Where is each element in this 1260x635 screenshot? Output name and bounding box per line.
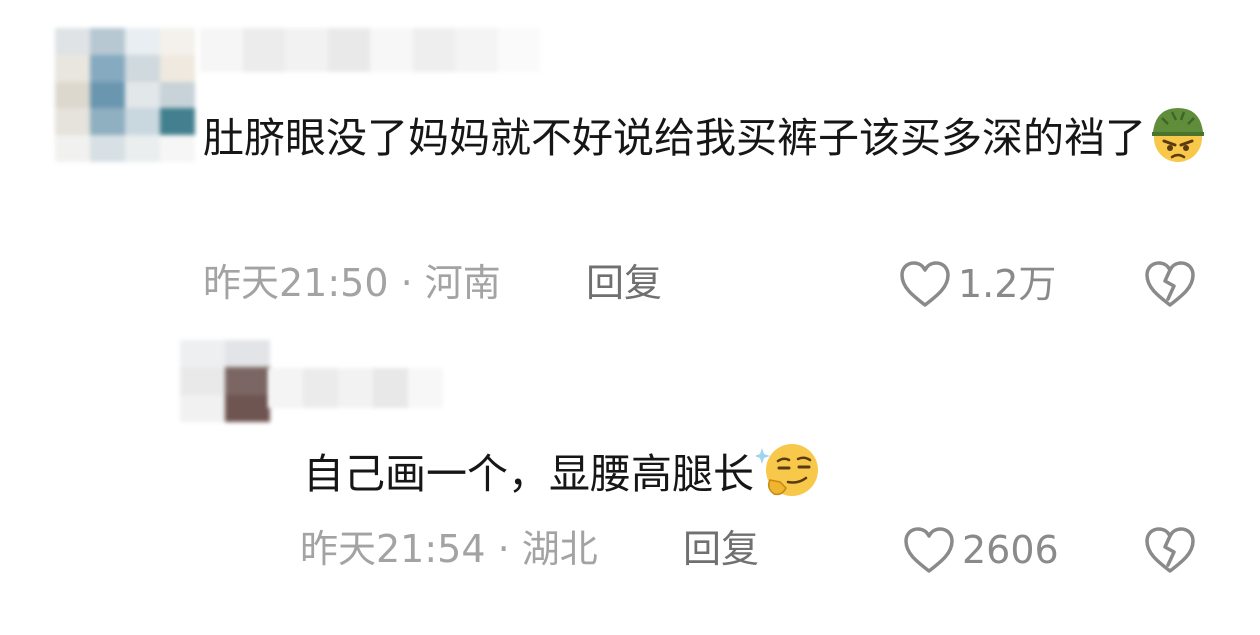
like-button[interactable]: 1.2万 [898, 259, 1056, 309]
angry-face-with-green-helmet-icon [1148, 104, 1208, 181]
broken-heart-icon [1145, 261, 1195, 307]
user-avatar-blurred[interactable] [55, 28, 195, 162]
comment-text: 肚脐眼没了妈妈就不好说给我买裤子该买多深的裆了 [203, 104, 1213, 181]
reply-button[interactable]: 回复 [683, 527, 759, 571]
heart-outline-icon [900, 261, 950, 307]
reply-button[interactable]: 回复 [586, 261, 662, 305]
dislike-button[interactable] [1143, 259, 1197, 313]
username-blurred[interactable] [200, 28, 540, 72]
broken-heart-icon [1145, 527, 1195, 573]
user-avatar-blurred[interactable] [180, 340, 270, 422]
like-count: 2606 [962, 528, 1059, 572]
heart-outline-icon [904, 527, 954, 573]
comment-body: 自己画一个，显腰高腿长 [303, 450, 754, 498]
like-button[interactable]: 2606 [902, 525, 1059, 575]
smirking-thinking-face-icon [754, 440, 822, 517]
username-blurred[interactable] [268, 368, 443, 408]
comment-time-location: 昨天21:50 · 河南 [203, 261, 501, 305]
like-count: 1.2万 [958, 262, 1057, 306]
comment-time-location: 昨天21:54 · 湖北 [300, 527, 598, 571]
comment-body: 肚脐眼没了妈妈就不好说给我买裤子该买多深的裆了 [203, 114, 1146, 162]
comment-text: 自己画一个，显腰高腿长 [303, 440, 1203, 517]
dislike-button[interactable] [1143, 525, 1197, 579]
